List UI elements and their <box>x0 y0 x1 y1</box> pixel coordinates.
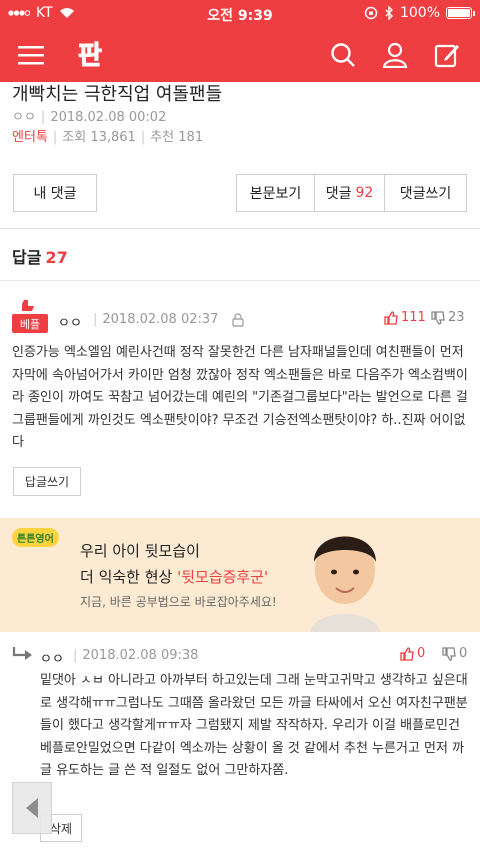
search-icon <box>331 43 355 67</box>
replies-label: 답글 <box>12 248 42 267</box>
comments-count: 92 <box>355 185 374 201</box>
ad-brand-logo: 튼튼영어 <box>12 528 59 547</box>
lock-icon <box>232 313 244 327</box>
reply-arrow-icon <box>12 647 32 660</box>
post-date: 2018.02.08 00:02 <box>50 110 167 125</box>
reply-author: ㅇㅇ <box>40 652 64 667</box>
ad-caption: 지금, 바른 공부법으로 바로잡아주세요! <box>80 595 277 609</box>
battery-icon <box>446 7 475 19</box>
top-bar: KT 오전 9:39 100% 판 <box>0 0 480 82</box>
downvote-count: 23 <box>448 310 465 325</box>
write-button[interactable] <box>428 36 466 74</box>
view-body-button[interactable]: 본문보기 <box>237 175 315 211</box>
reply-date: 2018.02.08 09:38 <box>82 648 199 663</box>
write-icon <box>434 44 459 68</box>
bluetooth-icon <box>385 6 393 20</box>
user-button[interactable] <box>376 36 414 74</box>
thumbs-up-icon <box>400 646 414 661</box>
best-badge-label: 베플 <box>20 318 40 331</box>
post-views: 조회 13,861 <box>62 130 136 145</box>
nav-bar: 판 <box>0 28 480 82</box>
comment-author: ㅇㅇ <box>58 316 82 331</box>
reply-upvote-count: 0 <box>417 646 426 661</box>
ad-banner[interactable]: 튼튼영어 우리 아이 뒷모습이 더 익숙한 현상 '뒷모습증후군' 지금, 바른… <box>0 518 480 632</box>
menu-icon <box>18 46 44 65</box>
thumbs-down-icon <box>431 310 445 325</box>
reply-downvote-count: 0 <box>459 646 468 661</box>
reply-upvote-button[interactable]: 0 <box>400 646 425 661</box>
post-author: ㅇㅇ <box>12 110 36 125</box>
post-category[interactable]: 엔터톡 <box>12 130 48 145</box>
back-arrow-icon <box>26 798 38 818</box>
thumbs-up-icon <box>384 310 398 325</box>
thumbs-down-icon <box>442 646 456 661</box>
pann-logo-icon[interactable]: 판 <box>70 34 110 74</box>
status-bar: KT 오전 9:39 100% <box>0 0 480 28</box>
back-button[interactable] <box>12 782 52 834</box>
comments-button[interactable]: 댓글 92 <box>315 175 385 211</box>
search-button[interactable] <box>324 36 362 74</box>
child-photo-icon <box>310 536 380 632</box>
post-title: 개빡치는 극한직업 여돌팬들 <box>12 84 223 105</box>
comment-date: 2018.02.08 02:37 <box>102 312 219 327</box>
comments-label: 댓글 <box>325 186 352 202</box>
ad-headline: 우리 아이 뒷모습이 <box>80 542 200 560</box>
svg-text:판: 판 <box>78 41 102 71</box>
orientation-lock-icon <box>364 6 378 20</box>
menu-button[interactable] <box>12 36 50 74</box>
upvote-count: 111 <box>401 310 426 325</box>
write-comment-button[interactable]: 댓글쓰기 <box>385 175 466 211</box>
downvote-button[interactable]: 23 <box>431 310 465 325</box>
divider <box>0 280 480 281</box>
section-divider <box>0 228 480 229</box>
upvote-button[interactable]: 111 <box>384 310 426 325</box>
ad-subheadline: 더 익숙한 현상 '뒷모습증후군' <box>80 566 268 587</box>
battery-percent: 100% <box>399 5 440 21</box>
my-comments-button[interactable]: 내 댓글 <box>13 174 97 212</box>
reply-write-button[interactable]: 답글쓰기 <box>13 467 81 496</box>
replies-count: 27 <box>45 248 68 267</box>
reply-body: 밑댓아 ㅅㅂ 아니라고 아까부터 하고있는데 그래 눈막고귀막고 생각하고 싶은… <box>40 673 468 778</box>
best-comment-badge-icon: 베플 <box>12 300 48 333</box>
user-icon <box>382 42 408 68</box>
comment-body: 인증가능 엑소엘임 예린사건때 정작 잘못한건 다른 남자패널들인데 여친팬들이… <box>12 345 468 450</box>
replies-header: 답글 27 <box>12 244 68 268</box>
comment-actions-group: 본문보기 댓글 92 댓글쓰기 <box>236 174 467 212</box>
ad-subheadline-highlight: '뒷모습증후군' <box>177 568 269 586</box>
post-meta: ㅇㅇ | 2018.02.08 00:02 <box>12 110 167 125</box>
post-stats: 엔터톡 | 조회 13,861 | 추천 181 <box>12 130 204 145</box>
post-recommends: 추천 181 <box>150 130 204 145</box>
reply-downvote-button[interactable]: 0 <box>442 646 467 661</box>
ad-subheadline-prefix: 더 익숙한 현상 <box>80 568 178 586</box>
